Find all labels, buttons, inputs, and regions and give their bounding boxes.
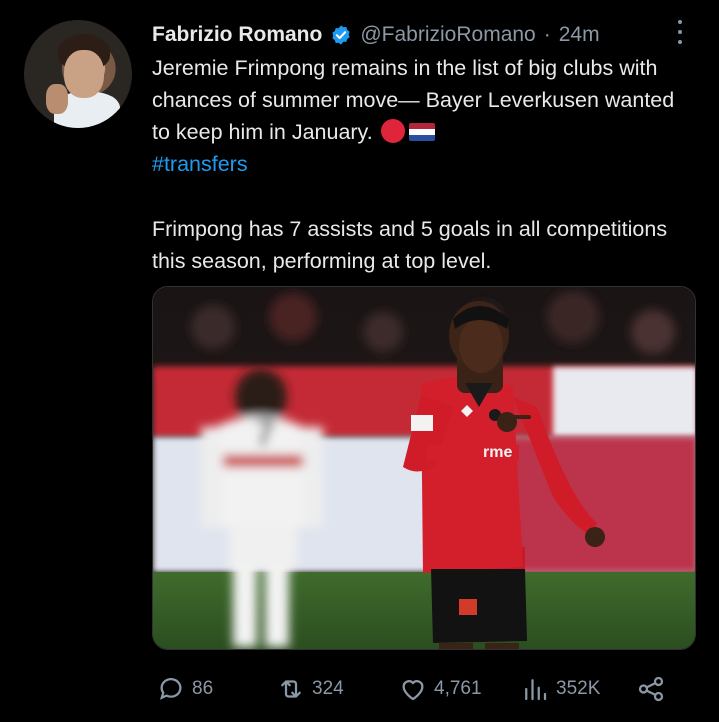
tweet-timestamp[interactable]: 24m (559, 23, 600, 47)
like-button[interactable]: 4,761 (398, 670, 482, 708)
share-button[interactable] (636, 670, 666, 708)
author-avatar[interactable] (24, 20, 132, 128)
avatar-face (64, 50, 104, 98)
back-number: 7 (255, 412, 275, 453)
view-count: 352K (556, 678, 601, 699)
author-handle[interactable]: @FabrizioRomano (360, 23, 535, 47)
tweet-media-image[interactable]: 7 rme (152, 286, 696, 650)
red-circle-emoji-icon (380, 119, 405, 143)
avatar-hand (46, 84, 68, 114)
tweet-text: Jeremie Frimpong remains in the list of … (152, 52, 697, 277)
tweet-text-paragraph2: Frimpong has 7 assists and 5 goals in al… (152, 217, 668, 273)
reply-button[interactable]: 86 (156, 670, 213, 708)
heart-icon (402, 680, 424, 701)
header-separator: · (543, 23, 551, 46)
author-display-name[interactable]: Fabrizio Romano (152, 23, 322, 47)
player-photo: 7 rme (153, 287, 695, 649)
retweet-button[interactable]: 324 (276, 670, 344, 708)
verified-badge-icon (332, 25, 350, 45)
share-icon (638, 676, 664, 702)
reply-count: 86 (192, 678, 214, 699)
views-button[interactable]: 352K (520, 670, 600, 708)
retweet-icon (281, 680, 301, 698)
retweet-count: 324 (312, 678, 344, 699)
tweet-action-bar: 86 324 4,761 352K (152, 670, 682, 708)
more-options-icon[interactable] (671, 18, 689, 46)
hashtag-link[interactable]: #transfers (152, 152, 248, 176)
netherlands-flag-icon (408, 123, 435, 141)
views-chart-icon (525, 679, 547, 701)
tweet-header: Fabrizio Romano @FabrizioRomano · 24m (152, 19, 689, 51)
like-count: 4,761 (434, 678, 482, 699)
reply-icon (159, 678, 182, 700)
shirt-sponsor-text: rme (483, 444, 512, 461)
